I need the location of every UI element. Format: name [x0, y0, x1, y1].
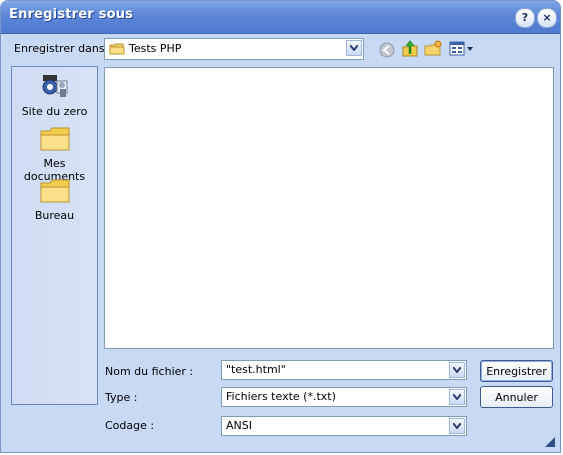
encoding-value: ANSI	[226, 419, 252, 432]
chevron-down-icon[interactable]	[449, 389, 465, 405]
help-icon: ?	[521, 11, 529, 24]
encoding-label: Codage :	[105, 419, 155, 432]
file-list[interactable]	[104, 67, 554, 349]
save-in-combo[interactable]: Tests PHP	[104, 38, 364, 60]
view-menu-icon[interactable]	[448, 40, 474, 58]
title-bar[interactable]: Enregistrer sous ? ×	[1, 1, 560, 34]
resize-grip-icon[interactable]	[542, 434, 556, 448]
type-label: Type :	[105, 391, 138, 404]
place-label: Bureau	[34, 209, 75, 222]
save-button[interactable]: Enregistrer	[480, 360, 553, 382]
place-bureau[interactable]: Bureau	[12, 175, 97, 222]
filename-label: Nom du fichier :	[105, 365, 194, 378]
window-title: Enregistrer sous	[9, 7, 134, 22]
cancel-button[interactable]: Annuler	[480, 386, 553, 408]
new-folder-icon[interactable]	[424, 40, 442, 58]
folder-icon	[109, 42, 125, 59]
encoding-select[interactable]: ANSI	[221, 416, 467, 436]
filename-input[interactable]: "test.html"	[226, 363, 286, 376]
save-in-label: Enregistrer dans :	[14, 42, 112, 55]
type-value: Fichiers texte (*.txt)	[226, 390, 336, 403]
place-site-du-zero[interactable]: Site du zero	[12, 71, 97, 118]
site-du-zero-icon	[39, 71, 71, 103]
close-icon: ×	[542, 11, 552, 24]
save-dialog: Enregistrer sous ? × Enregistrer dans : …	[0, 0, 561, 453]
chevron-down-icon[interactable]	[449, 362, 465, 378]
folder-icon	[39, 175, 71, 207]
back-icon[interactable]	[378, 41, 396, 59]
up-folder-icon[interactable]	[401, 40, 419, 58]
chevron-down-icon[interactable]	[449, 418, 465, 434]
filename-combo[interactable]: "test.html"	[221, 360, 467, 380]
place-mes-documents[interactable]: Mes documents	[12, 123, 97, 183]
place-label: Site du zero	[21, 105, 88, 118]
places-bar: Site du zero Mes documents Bureau	[11, 66, 98, 405]
help-button[interactable]: ?	[515, 8, 535, 28]
close-button[interactable]: ×	[537, 8, 557, 28]
save-in-value: Tests PHP	[129, 42, 182, 55]
type-select[interactable]: Fichiers texte (*.txt)	[221, 387, 467, 407]
chevron-down-icon[interactable]	[346, 40, 362, 56]
folder-icon	[39, 123, 71, 155]
